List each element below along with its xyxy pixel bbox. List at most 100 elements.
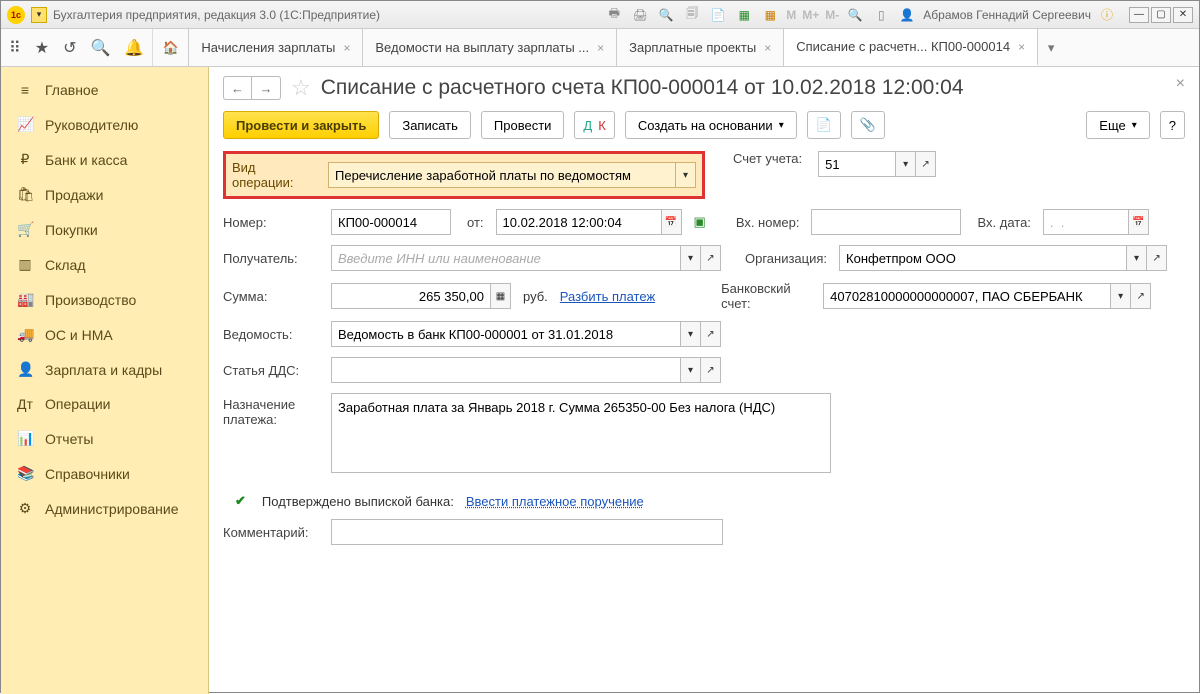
- op-type-field[interactable]: [328, 162, 676, 188]
- sidebar-item-warehouse[interactable]: ▥Склад: [1, 247, 208, 282]
- number-field[interactable]: [331, 209, 451, 235]
- page-title: Списание с расчетного счета КП00-000014 …: [321, 76, 964, 100]
- dropdown-icon[interactable]: ▾: [681, 357, 701, 383]
- toolbar-icon[interactable]: 🗐: [682, 5, 702, 25]
- tab-0[interactable]: Начисления зарплаты×: [189, 29, 363, 66]
- open-icon[interactable]: ↗: [701, 357, 721, 383]
- ext-number-field[interactable]: [811, 209, 961, 235]
- sidebar-item-sales[interactable]: 🛍Продажи: [1, 177, 208, 212]
- sidebar-item-admin[interactable]: ⚙Администрирование: [1, 491, 208, 526]
- sidebar-item-operations[interactable]: ДтОперации: [1, 387, 208, 421]
- open-icon[interactable]: ↗: [701, 245, 721, 271]
- sum-field[interactable]: [331, 283, 491, 309]
- open-icon[interactable]: ↗: [1147, 245, 1167, 271]
- open-icon[interactable]: ↗: [916, 151, 936, 177]
- info-icon[interactable]: ⓘ: [1097, 5, 1117, 25]
- org-field[interactable]: [839, 245, 1127, 271]
- close-icon[interactable]: ×: [597, 41, 604, 55]
- register-field[interactable]: [331, 321, 681, 347]
- ruble-icon: ₽: [17, 151, 33, 168]
- tab-1[interactable]: Ведомости на выплату зарплаты ...×: [363, 29, 617, 66]
- more-tabs-button[interactable]: ▾: [1038, 29, 1064, 66]
- help-button[interactable]: ?: [1160, 111, 1185, 139]
- star-icon[interactable]: ★: [35, 38, 49, 58]
- calc-icon[interactable]: ▦: [491, 283, 511, 309]
- close-icon[interactable]: ×: [1018, 40, 1025, 54]
- bell-icon[interactable]: 🔔: [124, 38, 144, 58]
- create-based-on-button[interactable]: Создать на основании▾: [625, 111, 797, 139]
- maximize-button[interactable]: ▢: [1151, 7, 1171, 23]
- dtkt-button[interactable]: ДК: [574, 111, 614, 139]
- comment-field[interactable]: [331, 519, 723, 545]
- home-icon[interactable]: 🏠: [163, 40, 179, 56]
- memory-mminus[interactable]: M-: [825, 8, 839, 22]
- zoom-icon[interactable]: 🔍: [845, 5, 865, 25]
- calendar-icon[interactable]: 📅: [662, 209, 682, 235]
- tabs-row: ⠿ ★ ↺ 🔍 🔔 🏠 Начисления зарплаты× Ведомос…: [1, 29, 1199, 67]
- bank-acc-field[interactable]: [823, 283, 1111, 309]
- toolbar-icon[interactable]: 🖨: [630, 5, 650, 25]
- dropdown-icon[interactable]: ▾: [681, 245, 701, 271]
- memory-m[interactable]: M: [786, 8, 796, 22]
- calendar-icon[interactable]: ▦: [760, 5, 780, 25]
- checkbox-checked-icon[interactable]: ✔: [235, 493, 246, 509]
- sidebar-item-os-nma[interactable]: 🚚ОС и НМА: [1, 317, 208, 352]
- open-icon[interactable]: ↗: [1131, 283, 1151, 309]
- command-bar: Провести и закрыть Записать Провести ДК …: [223, 111, 1185, 139]
- recipient-field[interactable]: [331, 245, 681, 271]
- dropdown-icon[interactable]: ▾: [681, 321, 701, 347]
- app-menu-dropdown[interactable]: ▾: [31, 7, 47, 23]
- dropdown-icon[interactable]: ▾: [676, 162, 696, 188]
- close-icon[interactable]: ×: [764, 41, 771, 55]
- open-icon[interactable]: ↗: [701, 321, 721, 347]
- account-field[interactable]: [818, 151, 896, 177]
- favorite-star-icon[interactable]: ☆: [291, 75, 311, 101]
- post-button[interactable]: Провести: [481, 111, 565, 139]
- enter-payment-order-link[interactable]: Ввести платежное поручение: [466, 494, 644, 509]
- tab-2[interactable]: Зарплатные проекты×: [617, 29, 784, 66]
- tab-3[interactable]: Списание с расчетн... КП00-000014×: [784, 29, 1038, 66]
- register-label: Ведомость:: [223, 327, 319, 342]
- minimize-button[interactable]: —: [1129, 7, 1149, 23]
- search-icon[interactable]: 🔍: [90, 38, 110, 58]
- sidebar-item-main[interactable]: ≡Главное: [1, 73, 208, 107]
- sidebar-item-catalogs[interactable]: 📚Справочники: [1, 456, 208, 491]
- dds-field[interactable]: [331, 357, 681, 383]
- org-label: Организация:: [745, 251, 827, 266]
- attach-button[interactable]: 📎: [851, 111, 885, 139]
- window-icon[interactable]: ▯: [871, 5, 891, 25]
- sidebar-item-purchases[interactable]: 🛒Покупки: [1, 212, 208, 247]
- dropdown-icon[interactable]: ▾: [896, 151, 916, 177]
- dropdown-icon[interactable]: ▾: [1127, 245, 1147, 271]
- apps-icon[interactable]: ⠿: [9, 38, 21, 58]
- toolbar-icon[interactable]: 🖶: [604, 5, 624, 25]
- sidebar-item-payroll[interactable]: 👤Зарплата и кадры: [1, 352, 208, 387]
- split-payment-link[interactable]: Разбить платеж: [560, 289, 655, 304]
- purpose-field[interactable]: [331, 393, 831, 473]
- history-icon[interactable]: ↺: [63, 38, 76, 58]
- more-button[interactable]: Еще▾: [1086, 111, 1149, 139]
- memory-mplus[interactable]: M+: [802, 8, 819, 22]
- date-field[interactable]: [496, 209, 662, 235]
- forward-button[interactable]: →: [252, 77, 280, 99]
- close-icon[interactable]: ×: [343, 41, 350, 55]
- sidebar-item-manager[interactable]: 📈Руководителю: [1, 107, 208, 142]
- report-button[interactable]: 📄: [807, 111, 841, 139]
- save-button[interactable]: Записать: [389, 111, 471, 139]
- content-area: × ← → ☆ Списание с расчетного счета КП00…: [209, 67, 1199, 694]
- sidebar-item-reports[interactable]: 📊Отчеты: [1, 421, 208, 456]
- calendar-icon[interactable]: 📅: [1129, 209, 1149, 235]
- toolbar-icon[interactable]: 🔍: [656, 5, 676, 25]
- post-and-close-button[interactable]: Провести и закрыть: [223, 111, 379, 139]
- calculator-icon[interactable]: ▦: [734, 5, 754, 25]
- close-button[interactable]: ✕: [1173, 7, 1193, 23]
- sidebar-item-bank[interactable]: ₽Банк и касса: [1, 142, 208, 177]
- back-button[interactable]: ←: [224, 77, 252, 99]
- ext-date-field[interactable]: [1043, 209, 1129, 235]
- dropdown-icon[interactable]: ▾: [1111, 283, 1131, 309]
- toolbar-icon[interactable]: 📄: [708, 5, 728, 25]
- bag-icon: 🛍: [17, 186, 33, 203]
- close-page-button[interactable]: ×: [1176, 75, 1185, 93]
- btn-label: Создать на основании: [638, 118, 773, 133]
- sidebar-item-production[interactable]: 🏭Производство: [1, 282, 208, 317]
